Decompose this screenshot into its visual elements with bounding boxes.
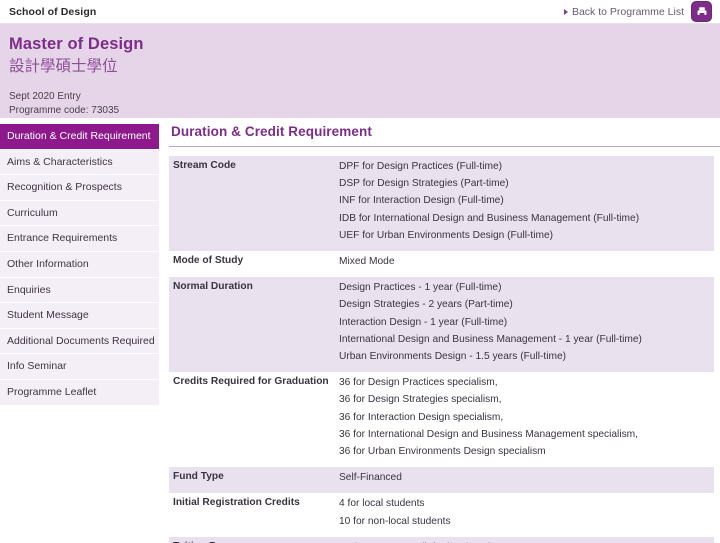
sidebar-item-student-message[interactable]: Student Message: [0, 303, 159, 329]
sidebar-item-aims-characteristics[interactable]: Aims & Characteristics: [0, 149, 159, 176]
value-line: DSP for Design Strategies (Part-time): [339, 178, 509, 190]
row-value: 4 for local students 10 for non-local st…: [335, 493, 714, 537]
value-line: Design Practices - 1 year (Full-time): [339, 282, 502, 294]
row-value: Mixed Mode: [335, 251, 714, 278]
row-value: HK$4,650 per credit for local students H…: [335, 536, 714, 543]
sidebar-item-enquiries[interactable]: Enquiries: [0, 277, 159, 304]
row-label: Stream Code: [169, 156, 335, 252]
sidebar-item-other-information[interactable]: Other Information: [0, 251, 159, 278]
value-line: 36 for Interaction Design specialism,: [339, 411, 504, 423]
sidebar-item-curriculum[interactable]: Curriculum: [0, 200, 159, 227]
programme-details-table: Stream Code DPF for Design Practices (Fu…: [169, 156, 714, 543]
sidebar-item-entrance-requirements[interactable]: Entrance Requirements: [0, 226, 159, 252]
school-name: School of Design: [9, 5, 97, 18]
sidebar-item-info-seminar[interactable]: Info Seminar: [0, 354, 159, 380]
value-line: Self-Financed: [339, 472, 402, 484]
value-line: DPF for Design Practices (Full-time): [339, 161, 503, 172]
value-line: UEF for Urban Environments Design (Full-…: [339, 229, 553, 241]
sidebar-item-duration-credit-requirement[interactable]: Duration & Credit Requirement: [0, 124, 159, 150]
back-to-programme-list-link[interactable]: Back to Programme List: [563, 5, 684, 18]
back-link-label: Back to Programme List: [571, 5, 684, 18]
row-value: Design Practices - 1 year (Full-time) De…: [335, 277, 714, 373]
print-button[interactable]: [691, 1, 712, 22]
programme-title-en: Master of Design: [9, 35, 144, 53]
entry-term: Sept 2020 Entry: [9, 90, 81, 102]
value-line: 36 for International Design and Business…: [339, 428, 638, 440]
value-line: Urban Environments Design - 1.5 years (F…: [339, 351, 567, 363]
table-row: Fund Type Self-Financed: [169, 467, 714, 494]
top-bar: School of Design Back to Programme List: [0, 0, 720, 24]
value-line: 4 for local students: [339, 498, 425, 510]
row-value: Self-Financed: [335, 467, 714, 494]
value-line: Mixed Mode: [339, 256, 395, 268]
programme-code: Programme code: 73035: [9, 105, 120, 117]
row-label: Normal Duration: [169, 277, 335, 373]
table-row: Tuition Fee HK$4,650 per credit for loca…: [169, 536, 714, 543]
value-line: Design Strategies - 2 years (Part-time): [339, 299, 513, 311]
table-row: Normal Duration Design Practices - 1 yea…: [169, 277, 714, 373]
value-line: IDB for International Design and Busines…: [339, 212, 640, 224]
programme-banner: Master of Design 設計學碩士學位 Sept 2020 Entry…: [0, 24, 720, 118]
title-divider: [169, 146, 720, 147]
programme-title-zh: 設計學碩士學位: [9, 56, 118, 75]
table-row: Stream Code DPF for Design Practices (Fu…: [169, 156, 714, 252]
triangle-right-icon: [563, 8, 568, 15]
sidebar-item-recognition-prospects[interactable]: Recognition & Prospects: [0, 175, 159, 201]
table-row: Initial Registration Credits 4 for local…: [169, 493, 714, 537]
row-value: DPF for Design Practices (Full-time) DSP…: [335, 156, 714, 252]
page-title: Duration & Credit Requirement: [171, 124, 372, 139]
programme-meta: Sept 2020 Entry Programme code: 73035: [9, 90, 720, 119]
row-label: Credits Required for Graduation: [169, 372, 335, 468]
printer-icon: [697, 6, 706, 17]
value-line: Interaction Design - 1 year (Full-time): [339, 316, 508, 328]
row-label: Initial Registration Credits: [169, 493, 335, 537]
row-value: 36 for Design Practices specialism, 36 f…: [335, 372, 714, 468]
table-row: Credits Required for Graduation 36 for D…: [169, 372, 714, 468]
row-label: Tuition Fee: [169, 536, 335, 543]
row-label: Mode of Study: [169, 251, 335, 278]
page-body: Duration & Credit Requirement Aims & Cha…: [0, 118, 720, 543]
value-line: 10 for non-local students: [339, 515, 451, 527]
value-line: 36 for Urban Environments Design special…: [339, 446, 546, 458]
value-line: INF for Interaction Design (Full-time): [339, 195, 504, 207]
row-label: Fund Type: [169, 467, 335, 494]
main-content: Duration & Credit Requirement Stream Cod…: [159, 118, 720, 543]
sidebar-item-programme-leaflet[interactable]: Programme Leaflet: [0, 379, 159, 406]
value-line: International Design and Business Manage…: [339, 333, 642, 345]
sidebar-item-additional-documents-required[interactable]: Additional Documents Required: [0, 328, 159, 355]
sidebar-nav: Duration & Credit Requirement Aims & Cha…: [0, 118, 159, 406]
table-row: Mode of Study Mixed Mode: [169, 251, 714, 278]
topbar-actions: Back to Programme List: [563, 1, 712, 22]
value-line: 36 for Design Strategies specialism,: [339, 394, 502, 406]
value-line: 36 for Design Practices specialism,: [339, 377, 498, 389]
